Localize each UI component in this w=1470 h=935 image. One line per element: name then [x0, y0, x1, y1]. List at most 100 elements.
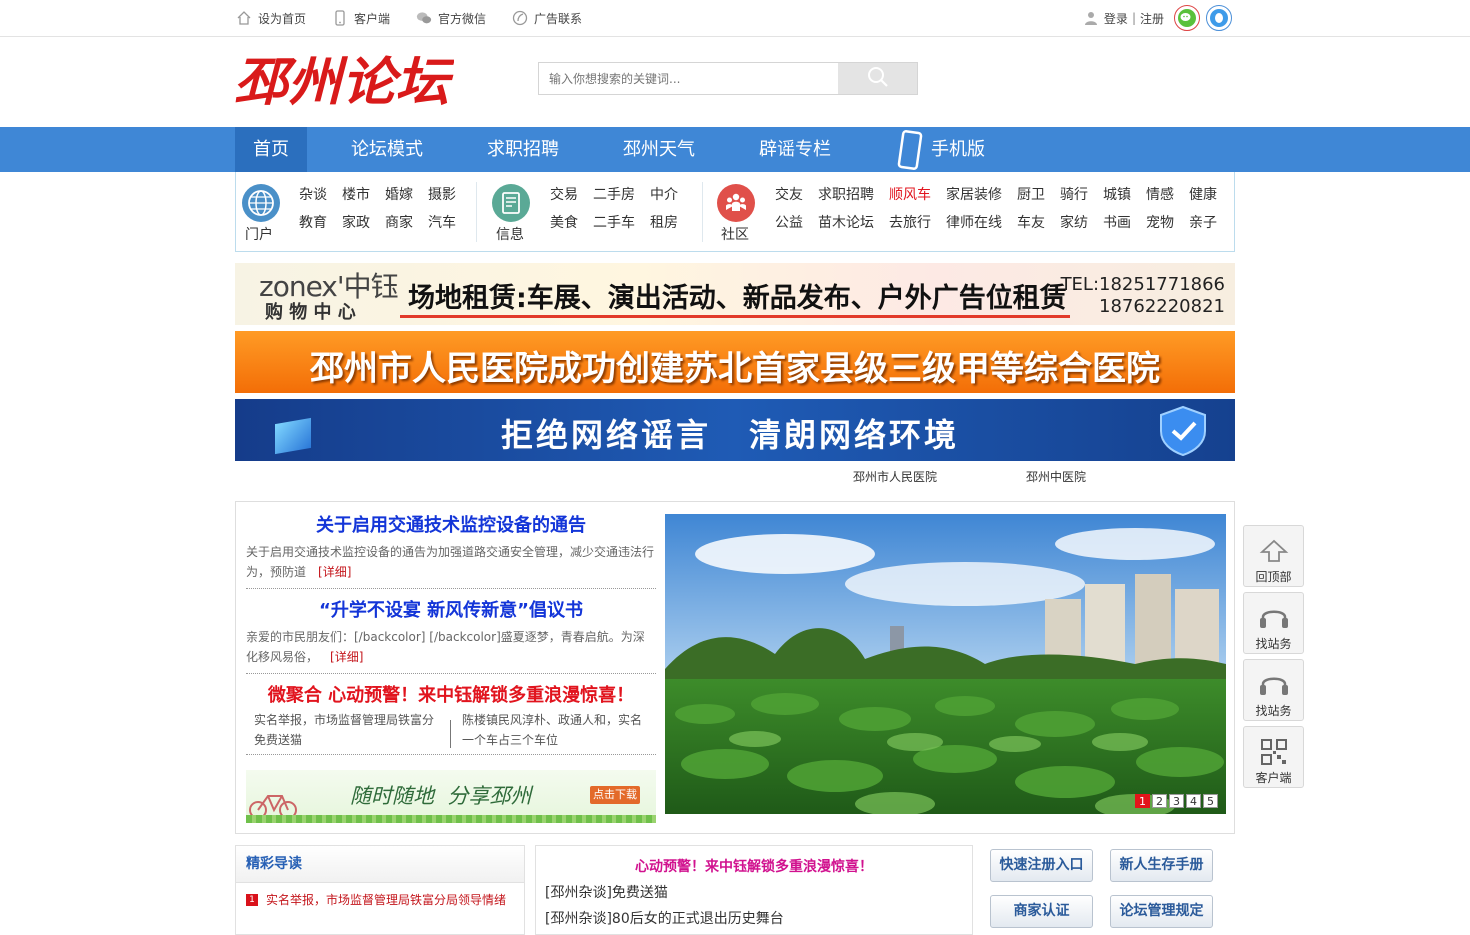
- cat-link-highlight[interactable]: 顺风车: [889, 184, 946, 212]
- grass-strip: [246, 815, 656, 823]
- cat-link[interactable]: 婚嫁: [385, 184, 428, 212]
- set-home-link[interactable]: 设为首页: [236, 10, 306, 27]
- register-link[interactable]: 注册: [1140, 10, 1164, 27]
- slider-page-2[interactable]: 2: [1152, 794, 1167, 808]
- headline-1-more[interactable]: [详细]: [318, 565, 351, 579]
- banner3-text-b: 清朗网络环境: [749, 416, 960, 454]
- slider-page-3[interactable]: 3: [1169, 794, 1184, 808]
- headline-1-title[interactable]: 关于启用交通技术监控设备的通告: [246, 512, 656, 540]
- center-list-item[interactable]: [邳州杂谈]80后女的正式退出历史舞台: [536, 908, 972, 928]
- headline-separator: [246, 588, 656, 589]
- cat-link[interactable]: 求职招聘: [818, 184, 889, 212]
- cat-link[interactable]: 教育: [299, 212, 342, 240]
- cat-link[interactable]: 亲子: [1189, 212, 1232, 240]
- nav-weather[interactable]: 邳州天气: [605, 127, 713, 172]
- app-download-banner[interactable]: 随时随地 分享邳州 点击下载: [246, 770, 656, 823]
- globe-icon[interactable]: [242, 184, 280, 222]
- featured-item[interactable]: 1 实名举报，市场监督管理局铁富分局领导情绪: [236, 883, 524, 916]
- cat-link[interactable]: 厨卫: [1017, 184, 1060, 212]
- top-bar: 设为首页 客户端 官方微信 广告联系 登录 | 注册: [0, 0, 1470, 37]
- float-support-1-label: 找站务: [1255, 637, 1292, 651]
- banner3-cube-icon: [275, 417, 311, 455]
- banner-hospital[interactable]: 邳州市人民医院成功创建苏北首家县级三级甲等综合医院: [235, 331, 1235, 393]
- slider-page-4[interactable]: 4: [1186, 794, 1201, 808]
- headline-3-title[interactable]: 微聚合 心动预警！来中钰解锁多重浪漫惊喜！: [246, 682, 656, 710]
- banner1-tel1: TEL:18251771866: [1060, 274, 1225, 295]
- headline-3-col2[interactable]: 陈楼镇民风淳朴、政通人和，实名一个车占三个车位: [462, 710, 648, 750]
- cat-link[interactable]: 楼市: [342, 184, 385, 212]
- category-info: 信息 交易 二手房 中介 美食 二手车 租房: [486, 172, 701, 252]
- client-link[interactable]: 客户端: [332, 10, 390, 27]
- nav-mobile[interactable]: 手机版: [877, 127, 1003, 172]
- float-client[interactable]: 客户端: [1243, 726, 1304, 788]
- headline-3-col1[interactable]: 实名举报，市场监督管理局铁富分免费送猫: [254, 710, 440, 750]
- cat-link[interactable]: 租房: [650, 212, 693, 240]
- banner-venue-rental[interactable]: zonex'中钰 购 物 中 心 场地租赁:车展、演出活动、新品发布、户外广告位…: [235, 263, 1235, 325]
- cat-link[interactable]: 杂谈: [299, 184, 342, 212]
- wechat-link[interactable]: 官方微信: [416, 10, 486, 27]
- cat-link[interactable]: 骑行: [1060, 184, 1103, 212]
- hospital-link-tcm[interactable]: 邳州中医院: [1026, 468, 1086, 485]
- merchant-verify-button[interactable]: 商家认证: [990, 895, 1093, 928]
- cat-link[interactable]: 情感: [1146, 184, 1189, 212]
- search-input[interactable]: [539, 63, 839, 94]
- photo-slider[interactable]: 1 2 3 4 5: [665, 514, 1226, 814]
- category-portal-title[interactable]: 门户: [245, 224, 273, 244]
- headline-2-more[interactable]: [详细]: [330, 650, 363, 664]
- cat-link[interactable]: 家政: [342, 212, 385, 240]
- quick-register-button[interactable]: 快速注册入口: [990, 849, 1093, 882]
- login-link[interactable]: 登录: [1104, 10, 1128, 27]
- category-info-title[interactable]: 信息: [496, 224, 524, 244]
- float-support-2[interactable]: 找站务: [1243, 659, 1304, 721]
- banner1-sub: 购 物 中 心: [265, 302, 356, 323]
- cat-link[interactable]: 摄影: [428, 184, 471, 212]
- float-back-to-top[interactable]: 回顶部: [1243, 525, 1304, 587]
- wechat-login-icon[interactable]: [1174, 5, 1200, 31]
- slider-pager: 1 2 3 4 5: [1133, 794, 1218, 808]
- search-button[interactable]: [838, 63, 917, 94]
- headline-2-title[interactable]: “升学不设宴 新风传新意”倡议书: [246, 597, 656, 625]
- cat-link[interactable]: 律师在线: [946, 212, 1017, 240]
- qq-login-icon[interactable]: [1206, 5, 1232, 31]
- featured-item-num: 1: [246, 893, 258, 906]
- cat-link[interactable]: 家纺: [1060, 212, 1103, 240]
- center-list-item[interactable]: [邳州杂谈]免费送猫: [536, 882, 972, 902]
- cat-link[interactable]: 健康: [1189, 184, 1232, 212]
- float-support-1[interactable]: 找站务: [1243, 592, 1304, 654]
- cat-link[interactable]: 交易: [550, 184, 593, 212]
- cat-link[interactable]: 去旅行: [889, 212, 946, 240]
- set-home-label: 设为首页: [258, 11, 307, 26]
- cat-link[interactable]: 宠物: [1146, 212, 1189, 240]
- cat-link[interactable]: 苗木论坛: [818, 212, 889, 240]
- cat-link[interactable]: 城镇: [1103, 184, 1146, 212]
- info-board-icon[interactable]: [492, 184, 530, 222]
- download-button[interactable]: 点击下载: [590, 786, 640, 804]
- newbie-handbook-button[interactable]: 新人生存手册: [1110, 849, 1213, 882]
- nav-rumor[interactable]: 辟谣专栏: [741, 127, 849, 172]
- banner-anti-rumor[interactable]: 拒绝网络谣言 清朗网络环境: [235, 399, 1235, 461]
- cat-link[interactable]: 家居装修: [946, 184, 1017, 212]
- category-community-title[interactable]: 社区: [721, 224, 749, 244]
- cat-link[interactable]: 汽车: [428, 212, 471, 240]
- center-headline[interactable]: 心动预警！来中钰解锁多重浪漫惊喜！: [536, 856, 972, 876]
- community-people-icon[interactable]: [717, 184, 755, 222]
- featured-panel: 精彩导读 1 实名举报，市场监督管理局铁富分局领导情绪: [235, 845, 525, 935]
- nav-jobs[interactable]: 求职招聘: [469, 127, 577, 172]
- nav-home[interactable]: 首页: [235, 127, 307, 172]
- forum-rules-button[interactable]: 论坛管理规定: [1110, 895, 1213, 928]
- cat-link[interactable]: 车友: [1017, 212, 1060, 240]
- cat-link[interactable]: 交友: [775, 184, 818, 212]
- site-logo[interactable]: 邳州论坛: [234, 52, 455, 116]
- cat-link[interactable]: 中介: [650, 184, 693, 212]
- cat-link[interactable]: 商家: [385, 212, 428, 240]
- hospital-link-people[interactable]: 邳州市人民医院: [853, 468, 937, 485]
- slider-page-5[interactable]: 5: [1203, 794, 1218, 808]
- cat-link[interactable]: 书画: [1103, 212, 1146, 240]
- cat-link[interactable]: 二手车: [593, 212, 650, 240]
- ads-link[interactable]: 广告联系: [512, 10, 582, 27]
- nav-forum[interactable]: 论坛模式: [333, 127, 441, 172]
- cat-link[interactable]: 美食: [550, 212, 593, 240]
- cat-link[interactable]: 二手房: [593, 184, 650, 212]
- cat-link[interactable]: 公益: [775, 212, 818, 240]
- slider-page-1[interactable]: 1: [1135, 794, 1150, 808]
